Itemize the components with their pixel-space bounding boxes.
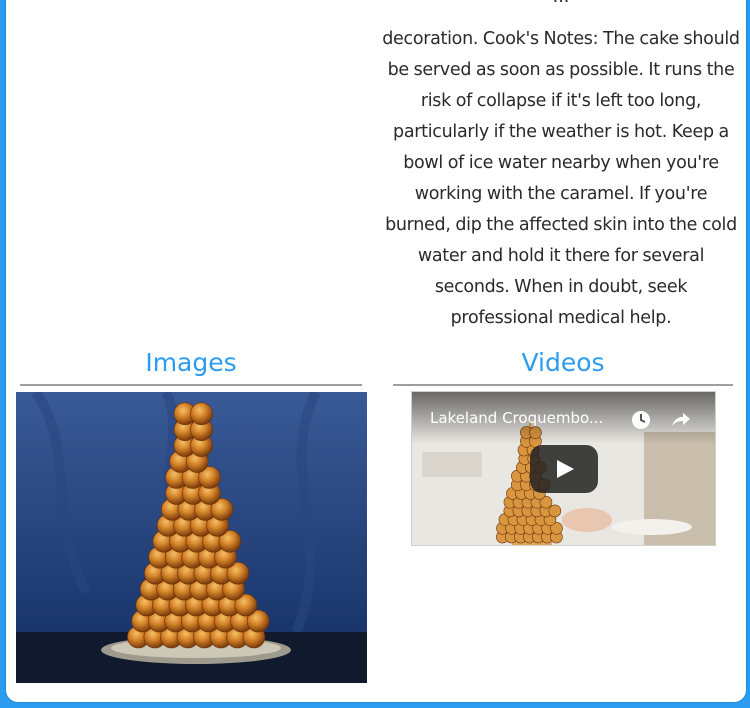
share-icon[interactable] (669, 409, 691, 431)
cooks-notes: decoration. Cook's Notes: The cake shoul… (382, 29, 740, 328)
croquembouche-photo[interactable] (16, 392, 367, 683)
video-title[interactable]: Lakeland Croquembo... (430, 408, 603, 428)
videos-divider (393, 384, 733, 386)
notes-previous-line-text: ... (382, 0, 740, 13)
notes-previous-line: ... (382, 0, 740, 14)
images-divider (20, 384, 362, 386)
images-heading: Images (145, 348, 237, 377)
clock-icon[interactable] (630, 409, 652, 431)
croquembouche-illustration (16, 392, 367, 683)
videos-heading: Videos (521, 348, 605, 377)
video-player[interactable]: Lakeland Croquembo... (411, 391, 716, 546)
play-icon[interactable] (530, 445, 598, 493)
